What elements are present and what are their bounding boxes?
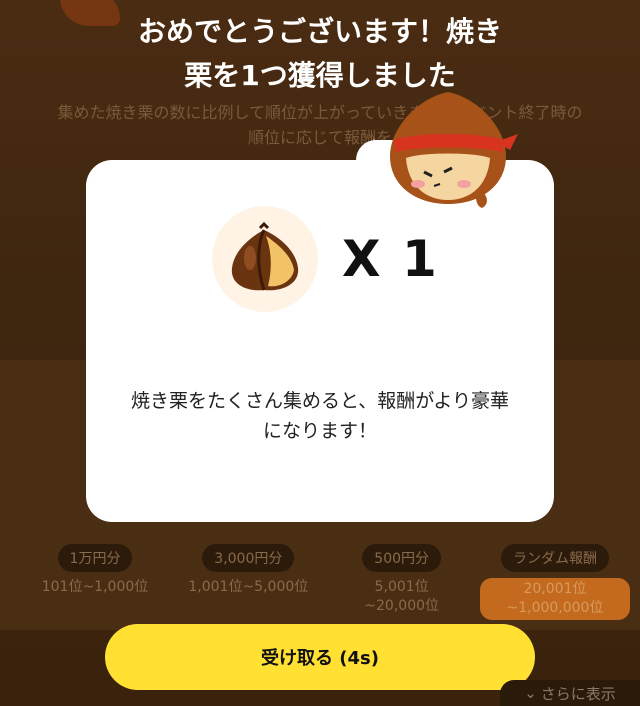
prize-rank: 20,001位 ~1,000,000位 bbox=[479, 578, 630, 620]
reward-card: X 1 焼き栗をたくさん集めると、報酬がより豪華になります！ bbox=[86, 140, 554, 522]
prize-item: 1万円分 101位~1,000位 bbox=[20, 544, 170, 620]
chestnut-mascot-icon bbox=[390, 92, 518, 208]
reward-quantity: X 1 bbox=[342, 230, 439, 288]
prize-label: 3,000円分 bbox=[202, 544, 295, 572]
prize-item: ランダム報酬 20,001位 ~1,000,000位 bbox=[479, 544, 630, 620]
show-more-label: さらに表示 bbox=[540, 684, 616, 703]
prize-item: 3,000円分 1,001位~5,000位 bbox=[173, 544, 323, 620]
reward-title: おめでとうございます！焼き 栗を1つ獲得しました bbox=[0, 10, 640, 98]
prize-list: 1万円分 101位~1,000位 3,000円分 1,001位~5,000位 5… bbox=[20, 544, 630, 620]
prize-item: 500円分 5,001位 ~20,000位 bbox=[327, 544, 477, 620]
reward-message: 焼き栗をたくさん集めると、報酬がより豪華になります！ bbox=[131, 390, 509, 442]
reward-title-line2: 栗を1つ獲得しました bbox=[184, 59, 456, 92]
receive-button[interactable]: 受け取る (4s) bbox=[105, 624, 535, 690]
prize-rank: 5,001位 ~20,000位 bbox=[364, 579, 440, 614]
prize-label: 1万円分 bbox=[57, 544, 133, 572]
show-more-toggle[interactable]: ⌄ さらに表示 bbox=[500, 680, 640, 706]
reward-title-line1: おめでとうございます！焼き bbox=[137, 15, 502, 48]
chestnut-badge bbox=[212, 206, 318, 312]
roasted-chestnut-icon bbox=[231, 221, 299, 291]
chevron-down-icon: ⌄ bbox=[524, 684, 537, 702]
prize-label: 500円分 bbox=[362, 544, 442, 572]
prize-rank: 101位~1,000位 bbox=[41, 579, 149, 595]
prize-rank: 1,001位~5,000位 bbox=[188, 579, 309, 595]
prize-label: ランダム報酬 bbox=[500, 544, 609, 572]
